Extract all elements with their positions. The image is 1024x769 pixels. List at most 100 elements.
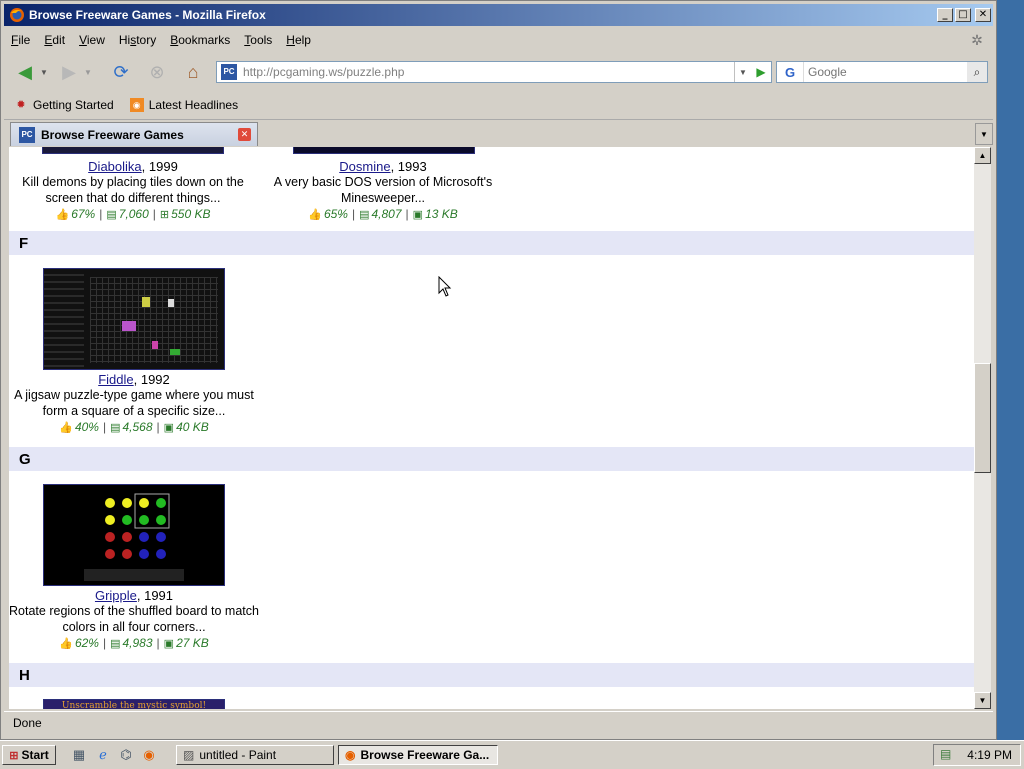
task-paint[interactable]: ▨ untitled - Paint	[176, 745, 334, 765]
game-stats: 👍 62% | ▤ 4,983 | ▣ 27 KB	[59, 636, 209, 650]
game-screenshot-h[interactable]: Unscramble the mystic symbol!	[43, 699, 225, 709]
bug-icon: ✹	[16, 99, 26, 111]
file-size: 40 KB	[176, 420, 209, 434]
search-engine-icon[interactable]: G	[777, 62, 804, 82]
downloads: 4,983	[122, 636, 153, 650]
section-letter: F	[19, 235, 29, 252]
vertical-scrollbar[interactable]: ▲ ▼	[974, 147, 991, 709]
scroll-thumb[interactable]	[974, 363, 991, 473]
page-content: Diabolika, 1999 Kill demons by placing t…	[9, 147, 974, 709]
internet-explorer-icon[interactable]: ℯ	[95, 747, 111, 763]
navigation-toolbar: ◀ ▼ ▶ ▼ ⟳ ⊗ ⌂ PC ▼ ▶ G ⌕	[4, 55, 993, 89]
game-card-fiddle: Fiddle, 1992 A jigsaw puzzle-type game w…	[9, 268, 259, 434]
close-window-button[interactable]: ✕	[975, 8, 991, 22]
section-letter: G	[19, 451, 31, 468]
game-year: , 1992	[133, 372, 170, 387]
section-header-g: G	[9, 447, 974, 471]
game-screenshot-gripple[interactable]	[43, 484, 225, 586]
game-link[interactable]: Dosmine	[339, 159, 390, 174]
start-label: Start	[21, 748, 49, 762]
tab-bar: PC Browse Freeware Games ✕ ▼	[4, 119, 993, 148]
rating: 40%	[74, 420, 99, 434]
task-firefox[interactable]: ◉ Browse Freeware Ga...	[338, 745, 498, 765]
network-icon[interactable]: ⌬	[118, 747, 134, 763]
go-button[interactable]: ▶	[751, 62, 771, 82]
file-size: 550 KB	[171, 207, 211, 221]
url-input[interactable]	[241, 64, 734, 80]
game-link[interactable]: Diabolika	[88, 159, 141, 174]
maximize-button[interactable]: □	[955, 8, 971, 22]
reload-button[interactable]: ⟳	[108, 59, 134, 85]
firefox-quicklaunch-icon[interactable]: ◉	[141, 747, 157, 763]
show-desktop-icon[interactable]: ▦	[71, 747, 87, 763]
bookmark-latest-headlines[interactable]: ◉ Latest Headlines	[129, 98, 239, 112]
download-icon: ▤	[110, 422, 121, 434]
menu-file[interactable]: File	[4, 33, 37, 47]
mouse-cursor-icon	[438, 276, 452, 297]
windows-logo-icon: ⊞	[9, 749, 19, 762]
network-tray-icon[interactable]: ▤	[940, 747, 951, 761]
section-header-f: F	[9, 231, 974, 255]
scroll-down-button[interactable]: ▼	[974, 692, 991, 709]
game-link[interactable]: Gripple	[95, 588, 137, 603]
home-button[interactable]: ⌂	[180, 59, 206, 85]
site-favicon-icon: PC	[221, 64, 237, 80]
bookmarks-toolbar: ✹ Getting Started ◉ Latest Headlines	[4, 93, 993, 117]
game-screenshot-fiddle[interactable]	[43, 268, 225, 370]
browser-window: Browse Freeware Games - Mozilla Firefox …	[0, 0, 997, 740]
minimize-button[interactable]: _	[937, 8, 953, 22]
window-title: Browse Freeware Games - Mozilla Firefox	[29, 8, 266, 22]
forward-history-dropdown[interactable]: ▼	[82, 59, 94, 85]
game-link[interactable]: Fiddle	[98, 372, 133, 387]
bookmark-getting-started[interactable]: ✹ Getting Started	[14, 98, 113, 112]
thumbs-up-icon: 👍	[308, 209, 322, 221]
game-stats: 👍 40% | ▤ 4,568 | ▣ 40 KB	[59, 420, 209, 434]
menu-bookmarks[interactable]: Bookmarks	[163, 33, 237, 47]
search-magnifier-icon[interactable]: ⌕	[967, 62, 987, 82]
thumbs-up-icon: 👍	[59, 422, 73, 434]
game-year: , 1991	[136, 588, 174, 603]
game-screenshot-diabolika[interactable]	[42, 147, 224, 154]
taskbar: ⊞ Start ▦ ℯ ⌬ ◉ ▨ untitled - Paint ◉ Bro…	[0, 740, 1024, 769]
h-banner-text: Unscramble the mystic symbol!	[61, 701, 207, 709]
downloads: 4,568	[122, 420, 153, 434]
file-size: 27 KB	[176, 636, 209, 650]
game-description: Rotate regions of the shuffled board to …	[9, 604, 259, 634]
system-tray: ▤ 4:19 PM	[933, 744, 1021, 766]
thumbs-up-icon: 👍	[55, 209, 70, 221]
downloads: 7,060	[118, 207, 149, 221]
file-size: 13 KB	[425, 207, 458, 221]
menu-help[interactable]: Help	[279, 33, 318, 47]
search-bar[interactable]: G ⌕	[776, 61, 988, 83]
throbber-icon: ✲	[971, 32, 983, 48]
title-bar[interactable]: Browse Freeware Games - Mozilla Firefox …	[4, 4, 993, 26]
menu-tools[interactable]: Tools	[237, 33, 279, 47]
game-stats: 👍 67% | ▤ 7,060 | ⊞ 550 KB	[55, 207, 211, 221]
menu-history[interactable]: History	[112, 33, 163, 47]
bookmark-label: Latest Headlines	[148, 98, 239, 112]
start-button[interactable]: ⊞ Start	[2, 745, 56, 765]
game-screenshot-dosmine[interactable]	[293, 147, 475, 154]
scroll-up-button[interactable]: ▲	[974, 147, 991, 164]
tab-label: Browse Freeware Games	[41, 127, 184, 142]
firefox-task-icon: ◉	[345, 748, 356, 762]
tab-browse-freeware-games[interactable]: PC Browse Freeware Games ✕	[10, 122, 258, 146]
back-button[interactable]: ◀	[12, 59, 38, 85]
rating: 62%	[74, 636, 99, 650]
search-input[interactable]	[804, 64, 967, 80]
download-icon: ▤	[110, 638, 121, 650]
close-tab-icon[interactable]: ✕	[238, 128, 251, 141]
url-dropdown-button[interactable]: ▼	[734, 62, 751, 82]
rating: 67%	[71, 207, 96, 221]
forward-button[interactable]: ▶	[56, 59, 82, 85]
tab-list-button[interactable]: ▼	[975, 123, 993, 145]
menu-view[interactable]: View	[72, 33, 112, 47]
clock[interactable]: 4:19 PM	[967, 748, 1012, 762]
url-bar[interactable]: PC ▼ ▶	[216, 61, 772, 83]
rss-icon: ◉	[129, 98, 144, 112]
back-history-dropdown[interactable]: ▼	[38, 59, 50, 85]
stop-button[interactable]: ⊗	[144, 59, 170, 85]
menu-edit[interactable]: Edit	[37, 33, 72, 47]
dos-icon: ▣	[163, 422, 175, 434]
game-description: A jigsaw puzzle-type game where you must…	[14, 388, 254, 418]
